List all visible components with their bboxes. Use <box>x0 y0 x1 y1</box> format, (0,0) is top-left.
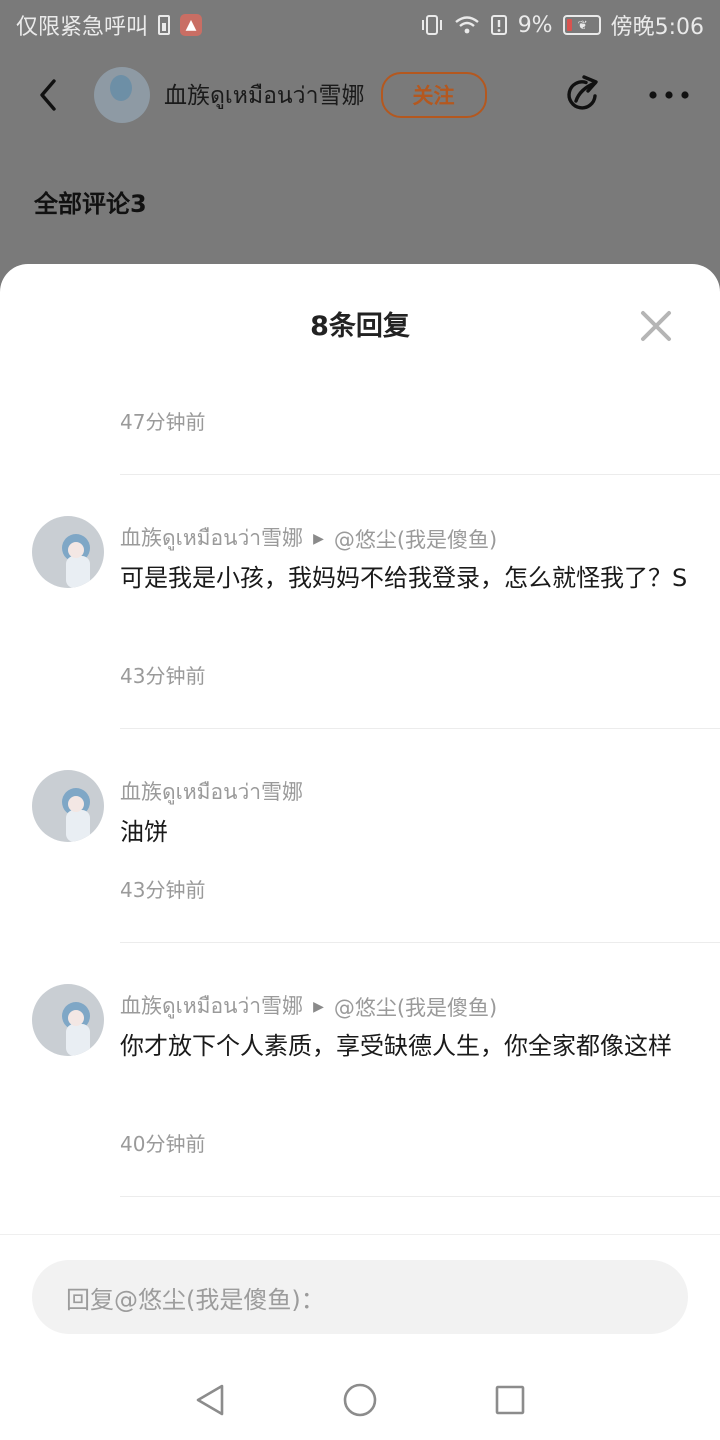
share-icon <box>567 75 598 110</box>
more-button[interactable] <box>646 72 692 118</box>
reply-meta: 血族ดูเหมือนว่า雪娜 ▶ @悠尘(我是傻鱼) <box>120 522 497 555</box>
reply-time: 43分钟前 <box>120 664 206 688</box>
author-name[interactable]: 血族ดูเหมือนว่า雪娜 <box>164 76 365 114</box>
back-button[interactable] <box>28 75 68 115</box>
reply-username[interactable]: 血族ดูเหมือนว่า雪娜 <box>120 776 303 809</box>
reply-arrow-icon: ▶ <box>313 998 324 1015</box>
reply-target[interactable]: @悠尘(我是傻鱼) <box>334 524 497 554</box>
reply-arrow-icon: ▶ <box>313 530 324 547</box>
reply-text: 油饼 <box>120 818 168 846</box>
reply-time: 40分钟前 <box>120 1132 206 1156</box>
divider <box>120 474 720 475</box>
author-avatar[interactable] <box>94 67 150 123</box>
reply-username[interactable]: 血族ดูเหมือนว่า雪娜 <box>120 990 303 1023</box>
nav-back-button[interactable] <box>190 1380 230 1420</box>
avatar[interactable] <box>32 984 104 1056</box>
status-bar: 仅限紧急呼叫 ▲ 9% ❦ 傍晚5:06 <box>0 0 720 50</box>
sim-icon <box>158 15 171 35</box>
status-left: 仅限紧急呼叫 ▲ <box>16 9 203 41</box>
follow-button[interactable]: 关注 <box>380 72 487 118</box>
more-icon <box>649 91 689 99</box>
sheet-title: 8条回复 <box>310 311 410 342</box>
close-button[interactable] <box>636 306 676 346</box>
reply-time: 43分钟前 <box>120 878 206 902</box>
replies-sheet: 8条回复 47分钟前 血族ดูเหมือนว่า雪娜 ▶ @悠尘(我是傻鱼) 可… <box>0 264 720 1440</box>
circle-home-icon <box>343 1383 377 1417</box>
carrier-text: 仅限紧急呼叫 <box>16 15 149 40</box>
battery-percent: 9% <box>517 12 553 38</box>
triangle-back-icon <box>196 1384 224 1416</box>
chevron-left-icon <box>40 79 56 111</box>
close-icon <box>641 311 671 341</box>
square-recents-icon <box>495 1385 525 1415</box>
input-divider <box>0 1234 720 1235</box>
wifi-icon <box>454 15 480 35</box>
avatar[interactable] <box>32 516 104 588</box>
system-nav-bar <box>0 1362 720 1438</box>
nav-recents-button[interactable] <box>490 1380 530 1420</box>
status-right: 9% ❦ 傍晚5:06 <box>420 9 704 41</box>
vibrate-icon <box>420 14 444 36</box>
alert-icon <box>490 14 508 36</box>
share-button[interactable] <box>560 72 606 118</box>
all-comments-heading: 全部评论3 <box>34 190 147 218</box>
reply-text: 你才放下个人素质，享受缺德人生，你全家都像这样 <box>120 1032 672 1060</box>
app-notification-icon: ▲ <box>180 14 203 36</box>
reply-username[interactable]: 血族ดูเหมือนว่า雪娜 <box>120 522 303 555</box>
avatar[interactable] <box>32 770 104 842</box>
reply-target[interactable]: @悠尘(我是傻鱼) <box>334 992 497 1022</box>
divider <box>120 942 720 943</box>
clock: 傍晚5:06 <box>610 15 704 40</box>
divider <box>120 1196 720 1197</box>
top-nav: 血族ดูเหมือนว่า雪娜 关注 <box>0 50 720 140</box>
battery-icon: ❦ <box>562 15 601 35</box>
reply-time: 47分钟前 <box>120 410 206 434</box>
nav-home-button[interactable] <box>340 1380 380 1420</box>
divider <box>120 728 720 729</box>
reply-text: 可是我是小孩，我妈妈不给我登录，怎么就怪我了？S <box>120 564 688 592</box>
reply-meta: 血族ดูเหมือนว่า雪娜 ▶ @悠尘(我是傻鱼) <box>120 990 497 1023</box>
reply-meta: 血族ดูเหมือนว่า雪娜 <box>120 776 303 809</box>
reply-input[interactable]: 回复@悠尘(我是傻鱼)： <box>32 1260 688 1334</box>
